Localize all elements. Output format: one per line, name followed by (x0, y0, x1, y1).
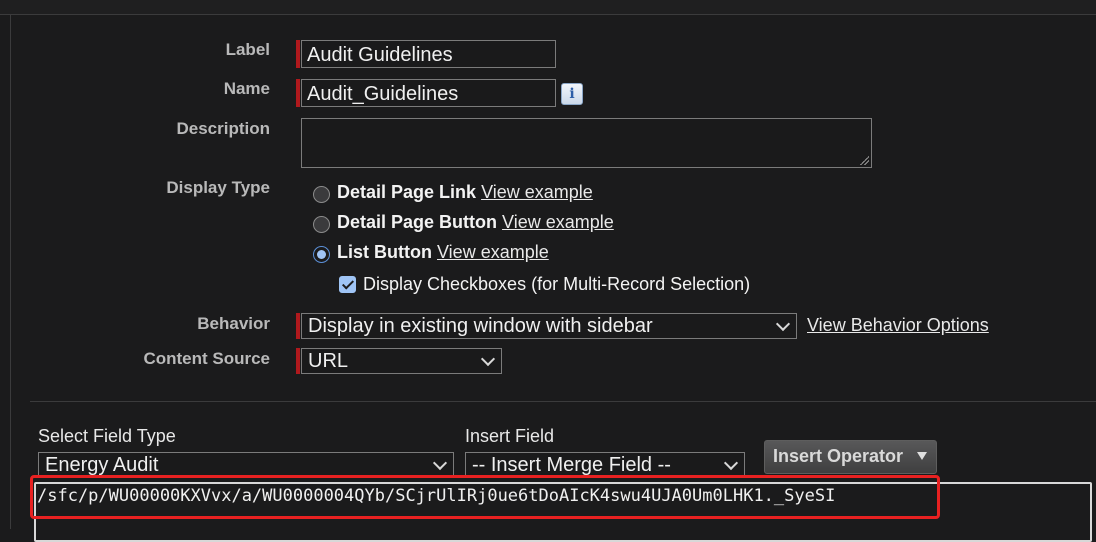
label-input[interactable]: Audit Guidelines (301, 40, 556, 68)
chevron-down-icon (480, 351, 496, 367)
required-indicator (296, 79, 300, 107)
description-field-label: Description (176, 119, 270, 138)
select-field-type-label: Select Field Type (38, 426, 176, 446)
info-icon[interactable]: i (561, 83, 583, 105)
view-example-link[interactable]: View example (481, 182, 593, 202)
behavior-field-label: Behavior (197, 314, 270, 333)
view-behavior-options-link[interactable]: View Behavior Options (807, 315, 989, 336)
option-label: List Button (337, 242, 432, 262)
panel-left-border (10, 15, 11, 529)
behavior-select[interactable]: Display in existing window with sidebar (301, 313, 797, 339)
required-indicator (296, 40, 300, 68)
label-field-label: Label (225, 40, 270, 59)
view-example-link[interactable]: View example (502, 212, 614, 232)
option-list-button: List Button View example (337, 242, 549, 263)
radio-detail-page-button[interactable] (313, 216, 330, 233)
option-label: Detail Page Link (337, 182, 477, 202)
section-divider (30, 401, 1096, 402)
radio-list-button[interactable] (313, 246, 330, 263)
display-checkboxes-label: Display Checkboxes (for Multi-Record Sel… (363, 274, 751, 294)
select-field-type-value: Energy Audit (45, 454, 159, 476)
required-indicator (296, 348, 300, 374)
top-bar (0, 0, 1096, 15)
insert-operator-button[interactable]: Insert Operator (764, 440, 937, 474)
chevron-down-icon (775, 316, 791, 332)
view-example-link[interactable]: View example (437, 242, 549, 262)
radio-detail-page-link[interactable] (313, 186, 330, 203)
highlight-box (30, 475, 940, 519)
required-indicator (296, 313, 300, 339)
resize-grip-icon[interactable] (859, 155, 869, 165)
name-field-label: Name (223, 79, 270, 98)
display-checkboxes-checkbox[interactable] (339, 276, 356, 293)
content-source-field-label: Content Source (143, 349, 270, 368)
insert-field-label: Insert Field (465, 426, 555, 446)
name-input[interactable]: Audit_Guidelines (301, 79, 556, 107)
behavior-select-value: Display in existing window with sidebar (308, 315, 653, 337)
description-textarea[interactable] (301, 118, 872, 168)
option-detail-page-link: Detail Page Link View example (337, 182, 593, 203)
option-label: Detail Page Button (337, 212, 498, 232)
insert-operator-label: Insert Operator (773, 446, 904, 466)
option-detail-page-button: Detail Page Button View example (337, 212, 614, 233)
chevron-down-icon (432, 455, 448, 471)
chevron-down-icon (723, 455, 739, 471)
display-type-field-label: Display Type (166, 178, 270, 197)
content-source-select[interactable]: URL (301, 348, 502, 374)
content-source-select-value: URL (308, 350, 349, 372)
dropdown-arrow-icon (917, 452, 927, 460)
insert-merge-field-value: -- Insert Merge Field -- (472, 454, 671, 476)
